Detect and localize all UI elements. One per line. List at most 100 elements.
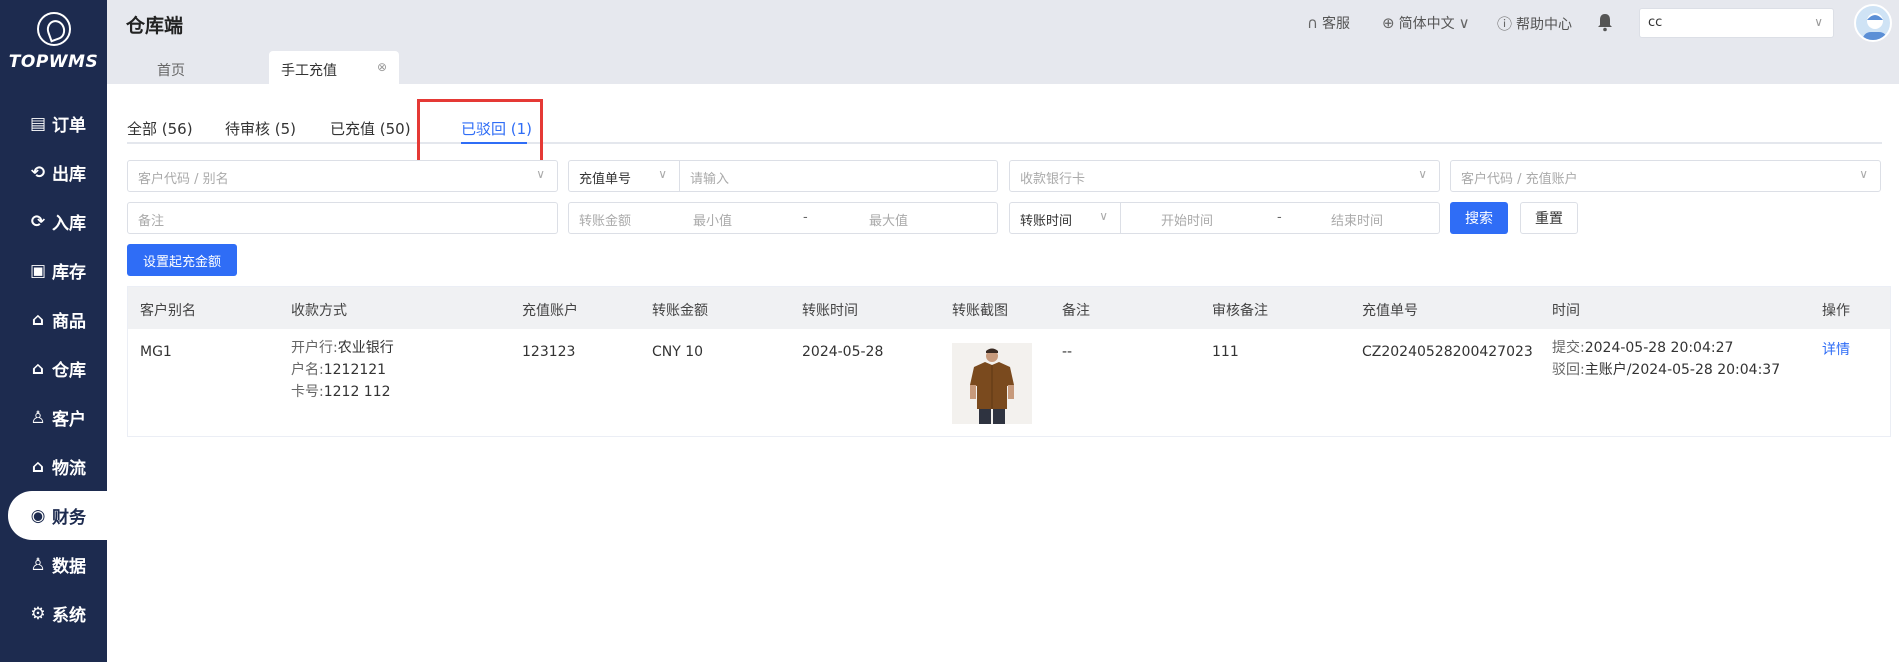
sidebar-item-warehouse[interactable]: ⌂ 仓库 — [0, 344, 107, 393]
order-number-input[interactable]: 请输入 — [679, 160, 998, 192]
sidebar-item-label: 系统 — [52, 606, 86, 626]
column-header: 收款方式 — [291, 303, 347, 319]
avatar[interactable] — [1854, 4, 1892, 42]
remark-placeholder: 备注 — [138, 214, 165, 229]
cell-account: 123123 — [522, 344, 576, 360]
sidebar-item-products[interactable]: ⌂ 商品 — [0, 295, 107, 344]
time-type-select[interactable]: 转账时间 ∨ — [1009, 202, 1121, 234]
tab-manual-recharge[interactable]: 手工充值 ⊗ — [269, 51, 399, 84]
tab-manual-recharge-label: 手工充值 — [281, 63, 337, 79]
sidebar-item-label: 库存 — [52, 263, 86, 283]
card-label: 卡号: — [291, 384, 324, 400]
column-header: 充值账户 — [522, 303, 578, 319]
chevron-down-icon: ∨ — [1458, 14, 1470, 32]
bank-value: 农业银行 — [337, 340, 394, 356]
cell-alias: MG1 — [140, 344, 172, 360]
sidebar-item-label: 客户 — [52, 410, 86, 430]
sidebar-item-label: 入库 — [52, 214, 86, 234]
column-header: 转账时间 — [802, 303, 858, 319]
cell-transfer-time: 2024-05-28 — [802, 344, 884, 360]
sidebar-item-inbound[interactable]: ⟳ 入库 — [0, 197, 107, 246]
recharge-account-select[interactable]: 客户代码 / 充值账户 ∨ — [1450, 160, 1881, 192]
status-tabs: 全部 (56) 待审核 (5) 已充值 (50) 已驳回 (1) — [127, 104, 1882, 144]
sidebar-item-outbound[interactable]: ⟲ 出库 — [0, 148, 107, 197]
table-header: 客户别名 收款方式 充值账户 转账金额 转账时间 转账截图 备注 审核备注 充值… — [128, 287, 1890, 329]
order-type-value: 充值单号 — [579, 172, 632, 187]
card-value: 1212 112 — [323, 384, 391, 400]
help-center-link[interactable]: ⓘ 帮助中心 — [1497, 13, 1572, 34]
column-header: 客户别名 — [140, 303, 196, 319]
start-time-input[interactable]: 开始时间 — [1161, 210, 1213, 229]
bank-card-select[interactable]: 收款银行卡 ∨ — [1009, 160, 1440, 192]
chevron-down-icon: ∨ — [536, 167, 545, 181]
end-time-input[interactable]: 结束时间 — [1331, 210, 1383, 229]
range-separator: - — [803, 210, 808, 225]
cell-payment-method: 开户行:农业银行 户名:1212121 卡号:1212 112 — [291, 337, 394, 403]
help-center-label: 帮助中心 — [1516, 16, 1573, 33]
inbound-icon: ⟳ — [30, 211, 46, 232]
sidebar-item-inventory[interactable]: ▣ 库存 — [0, 246, 107, 295]
bell-icon[interactable] — [1596, 12, 1614, 32]
warehouse-select[interactable]: cc ∨ — [1639, 8, 1834, 38]
language-label: 简体中文 — [1398, 16, 1455, 32]
top-header: 仓库端 ∩ 客服 ⊕ 简体中文 ∨ ⓘ 帮助中心 cc ∨ — [107, 0, 1899, 46]
outbound-icon: ⟲ — [30, 162, 46, 183]
sidebar-item-finance[interactable]: ◉ 财务 — [8, 491, 107, 540]
set-min-amount-button[interactable]: 设置起充金额 — [127, 244, 237, 276]
remark-input[interactable]: 备注 — [127, 202, 558, 234]
chevron-down-icon: ∨ — [1859, 167, 1868, 181]
tab-home[interactable]: 首页 — [127, 51, 257, 84]
close-icon[interactable]: ⊗ — [377, 60, 387, 74]
sidebar-nav: ▤ 订单 ⟲ 出库 ⟳ 入库 ▣ 库存 ⌂ 商品 ⌂ 仓库 ♙ 客户 ⌂ 物流 ◉ 财务 ♙ 数据 … — [0, 99, 107, 638]
sidebar-item-label: 数据 — [52, 557, 86, 577]
sidebar-item-label: 财务 — [52, 508, 86, 528]
customer-service-label: 客服 — [1321, 16, 1350, 32]
page-tabs-bar: 首页 手工充值 ⊗ — [107, 46, 1899, 84]
page-title: 仓库端 — [126, 15, 184, 37]
sidebar-item-logistics[interactable]: ⌂ 物流 — [0, 442, 107, 491]
amount-min-input[interactable]: 最小值 — [693, 210, 732, 229]
date-range-picker[interactable]: 开始时间 - 结束时间 — [1120, 202, 1440, 234]
search-button[interactable]: 搜索 — [1450, 202, 1508, 234]
status-tab-pending[interactable]: 待审核 (5) — [225, 118, 296, 139]
sidebar-item-data[interactable]: ♙ 数据 — [0, 540, 107, 589]
logistics-icon: ⌂ — [31, 456, 45, 477]
column-header: 时间 — [1552, 303, 1580, 319]
sidebar-item-label: 订单 — [52, 116, 86, 136]
customer-select[interactable]: 客户代码 / 别名 ∨ — [127, 160, 558, 192]
inventory-icon: ▣ — [29, 260, 47, 281]
time-type-value: 转账时间 — [1020, 214, 1073, 229]
sidebar-item-customers[interactable]: ♙ 客户 — [0, 393, 107, 442]
sidebar-item-label: 物流 — [52, 459, 86, 479]
language-select[interactable]: ⊕ 简体中文 ∨ — [1382, 13, 1470, 33]
logo-text: TOPWMS — [8, 52, 99, 72]
warehouse-icon: ⌂ — [31, 358, 45, 379]
amount-max-input[interactable]: 最大值 — [869, 210, 908, 229]
order-icon: ▤ — [29, 113, 47, 134]
data-icon: ♙ — [30, 554, 46, 575]
chevron-down-icon: ∨ — [1418, 167, 1427, 181]
sidebar-item-orders[interactable]: ▤ 订单 — [0, 99, 107, 148]
cell-amount: CNY 10 — [652, 344, 704, 360]
status-tab-recharged[interactable]: 已充值 (50) — [330, 118, 411, 139]
range-separator: - — [1277, 210, 1282, 225]
headset-icon: ∩ — [1307, 14, 1318, 32]
amount-range[interactable]: 转账金额 最小值 - 最大值 — [568, 202, 998, 234]
order-number-placeholder: 请输入 — [690, 172, 730, 187]
column-header: 备注 — [1062, 303, 1090, 319]
customer-service-link[interactable]: ∩ 客服 — [1307, 13, 1350, 33]
bank-card-placeholder: 收款银行卡 — [1020, 172, 1086, 187]
logo-icon — [36, 12, 71, 46]
submit-label: 提交: — [1552, 340, 1585, 356]
cell-time: 提交:2024-05-28 20:04:27 驳回:主账户/2024-05-28… — [1552, 337, 1780, 381]
order-type-select[interactable]: 充值单号 ∨ — [568, 160, 680, 192]
transfer-screenshot[interactable] — [952, 343, 1032, 424]
customer-icon: ♙ — [30, 407, 46, 428]
status-tab-all[interactable]: 全部 (56) — [127, 118, 193, 139]
details-link[interactable]: 详情 — [1822, 339, 1850, 361]
sidebar-item-system[interactable]: ⚙ 系统 — [0, 589, 107, 638]
help-icon: ⓘ — [1497, 15, 1513, 33]
bank-label: 开户行: — [291, 340, 338, 356]
warehouse-select-value: cc — [1648, 15, 1663, 30]
reset-button[interactable]: 重置 — [1520, 202, 1578, 234]
